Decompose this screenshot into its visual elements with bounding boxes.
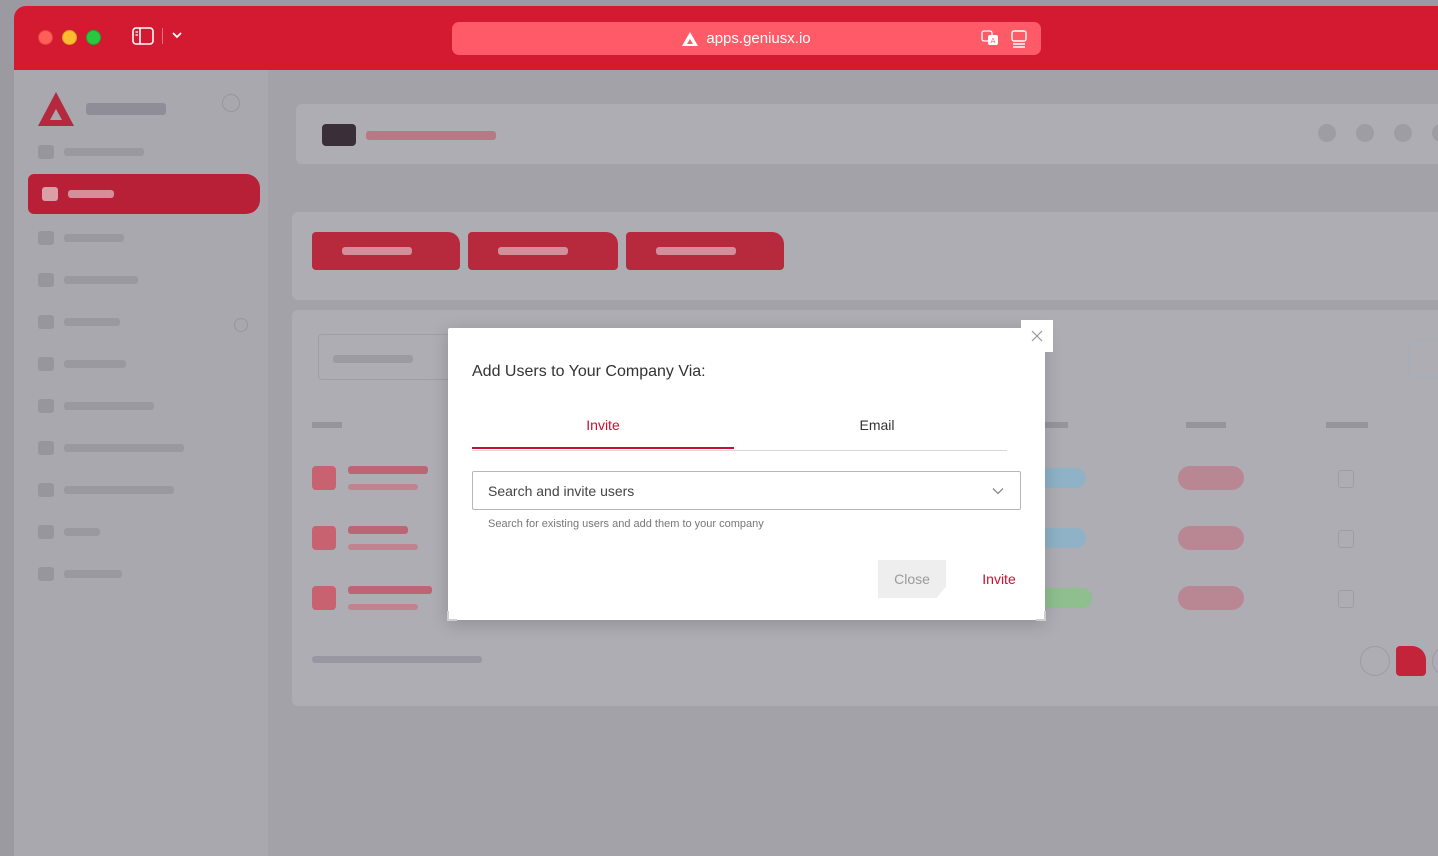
- modal-tabs: Invite Email: [472, 400, 1007, 451]
- active-tab-indicator: [472, 447, 734, 449]
- sidebar-item[interactable]: [38, 522, 100, 542]
- sidebar-item[interactable]: [38, 142, 144, 162]
- column-header: [1326, 422, 1368, 428]
- prev-page-button[interactable]: [1360, 646, 1390, 676]
- site-logo-icon: [682, 31, 699, 46]
- address-bar-url: apps.geniusx.io: [706, 30, 811, 47]
- company-avatar: [322, 124, 356, 146]
- sidebar-item[interactable]: [38, 354, 126, 374]
- address-bar[interactable]: apps.geniusx.io A: [452, 22, 1041, 55]
- close-button[interactable]: Close: [878, 560, 946, 598]
- modal-corner: [447, 611, 457, 621]
- sidebar-item-active[interactable]: [28, 174, 260, 214]
- bell-icon[interactable]: [1394, 124, 1412, 142]
- modal-corner: [1036, 611, 1046, 621]
- next-page-button[interactable]: [1432, 646, 1438, 676]
- app-sidebar: [14, 70, 268, 856]
- column-header: [312, 422, 342, 428]
- browser-titlebar: apps.geniusx.io A: [14, 6, 1438, 70]
- breadcrumb: [366, 131, 496, 140]
- close-tab: [1021, 320, 1053, 352]
- pin-icon[interactable]: [1432, 124, 1438, 142]
- select-hint: Search for existing users and add them t…: [488, 518, 764, 530]
- window-minimize-button[interactable]: [62, 30, 77, 45]
- sidebar-item[interactable]: [38, 564, 122, 584]
- brand: [38, 92, 166, 126]
- close-icon[interactable]: [1021, 320, 1053, 352]
- sidebar-expand-icon[interactable]: [234, 318, 248, 332]
- reader-icon[interactable]: [1011, 30, 1027, 48]
- sidebar-item[interactable]: [38, 312, 120, 332]
- toolbar-divider: [162, 28, 163, 44]
- pagination: [1360, 646, 1438, 676]
- view-toggle[interactable]: [1408, 340, 1438, 378]
- page-button-active[interactable]: [1396, 646, 1426, 676]
- invite-users-select[interactable]: Search and invite users: [472, 471, 1021, 510]
- window-zoom-button[interactable]: [86, 30, 101, 45]
- brand-name: [86, 103, 166, 115]
- phone-icon[interactable]: [1318, 124, 1336, 142]
- modal-title: Add Users to Your Company Via:: [472, 363, 706, 380]
- chevron-down-icon[interactable]: [170, 28, 184, 42]
- column-header: [1186, 422, 1226, 428]
- brand-logo-icon: [38, 92, 74, 126]
- action-card: [292, 212, 1438, 300]
- sidebar-toggle-icon[interactable]: [132, 26, 154, 46]
- settings-icon[interactable]: [1356, 124, 1374, 142]
- sidebar-item[interactable]: [38, 270, 138, 290]
- top-card: [296, 104, 1438, 164]
- header-icons: [1318, 124, 1438, 142]
- invite-button[interactable]: Invite: [968, 560, 1030, 598]
- tab-invite[interactable]: Invite: [472, 400, 734, 449]
- action-button[interactable]: [312, 232, 460, 270]
- action-button[interactable]: [468, 232, 618, 270]
- add-users-modal: Add Users to Your Company Via: Invite Em…: [447, 320, 1053, 621]
- select-placeholder: Search and invite users: [488, 482, 635, 499]
- sidebar-item[interactable]: [38, 438, 184, 458]
- sidebar-item[interactable]: [38, 480, 174, 500]
- translate-icon[interactable]: A: [981, 30, 999, 46]
- sidebar-item[interactable]: [38, 228, 124, 248]
- chevron-down-icon: [991, 484, 1005, 498]
- table-footer: [312, 656, 482, 663]
- tab-email[interactable]: Email: [746, 400, 1008, 449]
- svg-text:A: A: [991, 37, 996, 45]
- sidebar-item[interactable]: [38, 396, 154, 416]
- collapse-icon[interactable]: [222, 94, 240, 112]
- action-button[interactable]: [626, 232, 784, 270]
- window-close-button[interactable]: [38, 30, 53, 45]
